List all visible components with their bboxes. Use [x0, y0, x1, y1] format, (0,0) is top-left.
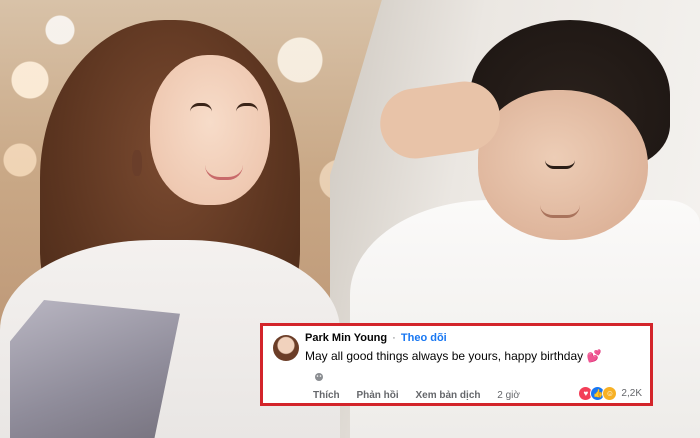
comment-text-row: May all good things always be yours, hap… [305, 349, 601, 363]
like-action[interactable]: Thích [313, 390, 340, 401]
bouquet [10, 300, 180, 438]
hearts-emoji: 💕 [586, 349, 602, 363]
comment-actions: Thích Phản hồi Xem bản dịch 2 giờ [313, 390, 534, 401]
facebook-comment: Park Min Young · Theo dõi May all good t… [260, 323, 653, 406]
sticker-icon [313, 371, 325, 386]
woman-eye-left [190, 103, 212, 112]
comment-bubble: Park Min Young · Theo dõi May all good t… [305, 331, 601, 363]
translate-action[interactable]: Xem bản dịch [415, 390, 480, 401]
man-eye [545, 160, 575, 169]
earring [132, 150, 142, 176]
comment-header: Park Min Young · Theo dõi [305, 331, 601, 345]
reply-action[interactable]: Phản hồi [356, 390, 398, 401]
avatar[interactable] [273, 335, 299, 361]
woman-face [150, 55, 270, 205]
follow-button[interactable]: Theo dõi [401, 332, 447, 344]
reaction-summary[interactable]: ♥ 👍 ☺ 2,2K [578, 386, 642, 401]
woman-eye-right [236, 103, 258, 112]
separator: · [392, 332, 396, 344]
comment-text: May all good things always be yours, hap… [305, 349, 584, 363]
comment-time[interactable]: 2 giờ [497, 390, 520, 401]
comment-author[interactable]: Park Min Young [305, 332, 387, 344]
reaction-count: 2,2K [621, 388, 642, 399]
care-icon: ☺ [602, 386, 618, 401]
